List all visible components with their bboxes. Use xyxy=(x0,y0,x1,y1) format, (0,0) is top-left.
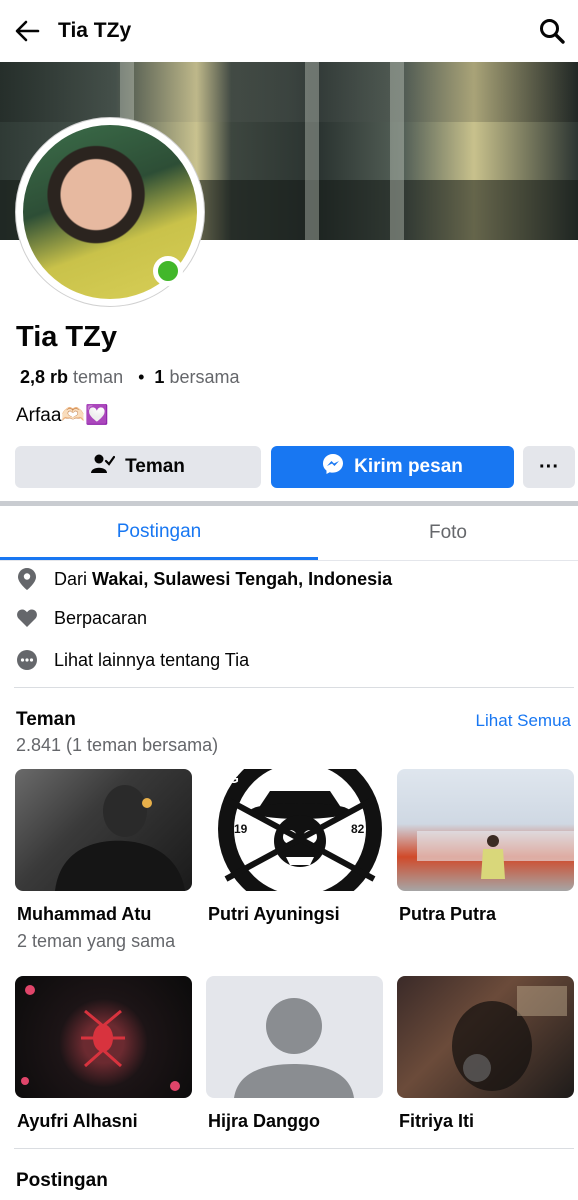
see-more-about-label: Lihat lainnya tentang Tia xyxy=(54,649,250,670)
friend-check-icon xyxy=(91,453,125,481)
cover-photo-pillar xyxy=(305,62,319,240)
mutual-word: bersama xyxy=(169,367,240,387)
friends-count: 2,8 rb xyxy=(20,367,69,387)
profile-stats: 2,8 rb teman • 1 bersama xyxy=(20,367,239,388)
location-pin-icon xyxy=(16,568,38,590)
friend-name[interactable]: Muhammad Atu xyxy=(17,904,151,925)
online-status-indicator xyxy=(153,256,183,286)
see-all-friends-link[interactable]: Lihat Semua xyxy=(476,711,571,731)
top-bar: Tia TZy xyxy=(0,0,578,62)
more-dots-icon: ··· xyxy=(539,455,559,478)
logo-year-left: 19 xyxy=(234,822,248,836)
friend-name[interactable]: Hijra Danggo xyxy=(208,1111,320,1132)
friend-name[interactable]: Putri Ayuningsi xyxy=(208,904,340,925)
logo-letter: G xyxy=(228,770,239,786)
send-message-label: Kirim pesan xyxy=(354,456,463,477)
friend-photo[interactable]: 19 82 G xyxy=(206,769,383,891)
friend-photo-placeholder[interactable] xyxy=(206,976,383,1098)
friend-mutual: 2 teman yang sama xyxy=(17,931,176,951)
friend-name[interactable]: Fitriya Iti xyxy=(399,1111,474,1132)
cover-photo-pillar xyxy=(390,62,404,240)
friends-word: teman xyxy=(73,367,124,387)
about-relationship: Berpacaran xyxy=(16,603,147,633)
send-message-button[interactable]: Kirim pesan xyxy=(271,446,514,488)
heart-icon xyxy=(16,607,38,629)
profile-name: Tia TZy xyxy=(16,321,117,353)
mutual-count: 1 xyxy=(154,367,165,387)
friend-photo[interactable] xyxy=(397,976,574,1098)
posts-section-title: Postingan xyxy=(16,1170,108,1191)
logo-year-right: 82 xyxy=(351,822,365,836)
friend-photo[interactable] xyxy=(397,769,574,891)
back-arrow-icon[interactable] xyxy=(14,18,40,44)
stats-separator: • xyxy=(138,367,145,387)
about-location: Dari Wakai, Sulawesi Tengah, Indonesia xyxy=(16,564,392,594)
more-options-button[interactable]: ··· xyxy=(523,446,575,488)
location-prefix: Dari xyxy=(54,568,88,589)
tab-posts[interactable]: Postingan xyxy=(0,506,318,560)
friend-photo[interactable] xyxy=(15,976,192,1098)
messenger-icon xyxy=(322,453,354,481)
friend-name[interactable]: Ayufri Alhasni xyxy=(17,1111,138,1132)
relationship-status: Berpacaran xyxy=(54,607,148,628)
divider xyxy=(14,687,574,688)
friend-name[interactable]: Putra Putra xyxy=(399,904,496,925)
friend-photo[interactable] xyxy=(15,769,192,891)
more-circle-icon xyxy=(16,649,38,671)
friends-button-label: Teman xyxy=(125,456,185,477)
page-title: Tia TZy xyxy=(58,19,132,42)
tab-photos[interactable]: Foto xyxy=(318,506,578,560)
profile-bio: Arfaa🫶🏻💟 xyxy=(16,405,109,426)
friends-button[interactable]: Teman xyxy=(15,446,261,488)
friends-section-title: Teman xyxy=(16,709,76,730)
divider xyxy=(14,1148,574,1149)
see-more-about-link[interactable]: Lihat lainnya tentang Tia xyxy=(16,645,249,675)
friends-total-count: 2.841 (1 teman bersama) xyxy=(16,735,219,755)
tab-divider xyxy=(0,560,578,561)
search-icon[interactable] xyxy=(538,17,566,45)
cover-photo-band xyxy=(0,62,578,122)
location-value: Wakai, Sulawesi Tengah, Indonesia xyxy=(92,568,393,589)
